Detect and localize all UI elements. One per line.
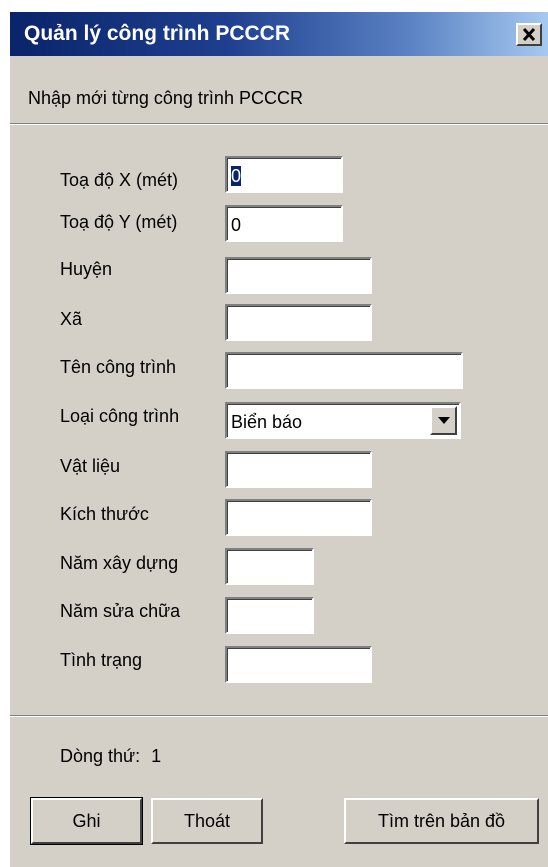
commune-label: Xã (60, 309, 83, 329)
structure-type-label: Loại công trình (60, 406, 180, 426)
condition-label: Tình trạng (60, 650, 143, 670)
row-indicator: Dòng thứ: 1 (60, 746, 161, 767)
construction-year-input[interactable] (225, 548, 314, 585)
close-button[interactable] (516, 23, 542, 46)
material-input[interactable] (225, 451, 372, 488)
find-on-map-button[interactable]: Tìm trên bản đồ (344, 798, 539, 844)
structure-name-label: Tên công trình (60, 357, 177, 377)
y-coordinate-value: 0 (231, 215, 242, 235)
footer-divider (10, 715, 548, 717)
exit-button[interactable]: Thoát (151, 798, 263, 844)
save-button[interactable]: Ghi (30, 797, 143, 845)
structure-type-value: Biển báo (231, 412, 303, 432)
district-input[interactable] (225, 257, 372, 294)
structure-name-input[interactable] (225, 352, 463, 389)
header-divider (10, 123, 548, 125)
material-label: Vật liệu (60, 456, 121, 476)
size-input[interactable] (225, 499, 372, 536)
row-indicator-value: 1 (151, 746, 162, 766)
x-coordinate-input[interactable]: 0 (225, 156, 343, 193)
row-indicator-label: Dòng thứ: (60, 746, 141, 766)
x-coordinate-value: 0 (231, 166, 242, 186)
structure-type-select[interactable]: Biển báo (225, 402, 461, 439)
title-bar[interactable]: Quản lý công trình PCCCR (10, 12, 548, 56)
window-title: Quản lý công trình PCCCR (24, 22, 291, 45)
repair-year-input[interactable] (225, 597, 314, 634)
chevron-down-icon (437, 417, 450, 424)
repair-year-label: Năm sửa chữa (60, 601, 181, 621)
close-icon (522, 28, 536, 41)
dialog-window: Quản lý công trình PCCCR Nhập mới từng c… (9, 11, 548, 867)
condition-input[interactable] (225, 646, 372, 683)
form-subtitle: Nhập mới từng công trình PCCCR (28, 88, 303, 108)
structure-type-dropdown-button[interactable] (430, 406, 457, 435)
y-coordinate-input[interactable]: 0 (225, 205, 343, 242)
commune-input[interactable] (225, 304, 372, 341)
size-label: Kích thước (60, 504, 149, 524)
x-coordinate-label: Toạ độ X (mét) (60, 170, 179, 190)
district-label: Huyện (60, 259, 113, 279)
y-coordinate-label: Toạ độ Y (mét) (60, 212, 178, 232)
construction-year-label: Năm xây dựng (60, 553, 179, 573)
